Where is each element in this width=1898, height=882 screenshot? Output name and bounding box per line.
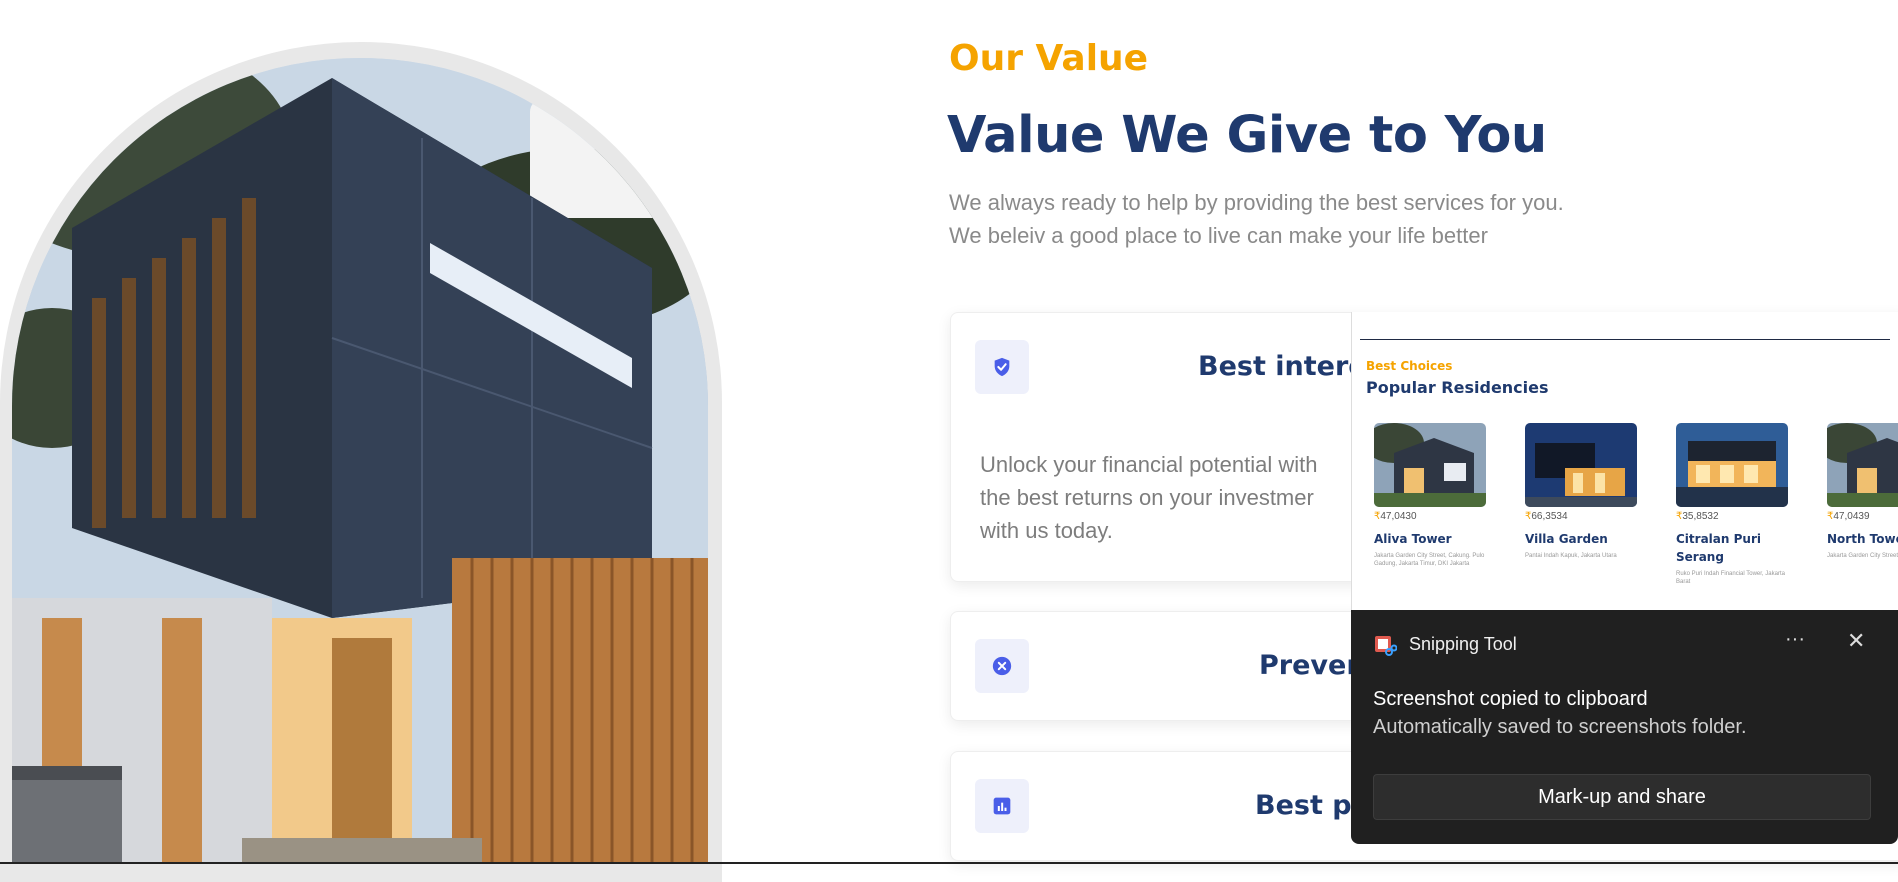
snipping-tool-icon xyxy=(1373,634,1398,658)
residency-photo xyxy=(1676,423,1788,507)
close-icon[interactable]: ✕ xyxy=(1847,628,1865,654)
card-body-line-1: Unlock your financial potential with xyxy=(980,452,1318,477)
section-description: We always ready to help by providing the… xyxy=(949,186,1564,252)
x-circle-icon xyxy=(992,656,1012,676)
section-title: Value We Give to You xyxy=(947,106,1547,165)
thumbnail-eyebrow: Best Choices xyxy=(1366,359,1453,373)
residency-name: Villa Garden xyxy=(1525,532,1608,546)
residency-price: ₹47,0430 xyxy=(1374,511,1489,522)
screenshot-thumbnail[interactable]: Best Choices Popular Residencies ₹47,043… xyxy=(1351,312,1898,612)
card-icon-box xyxy=(975,639,1029,693)
residency-name: Aliva Tower xyxy=(1374,532,1452,546)
card-body: Unlock your financial potential with the… xyxy=(980,448,1380,547)
residency-card: ₹47,0439 North Towe Jakarta Garden City … xyxy=(1827,423,1898,560)
description-line-2: We beleiv a good place to live can make … xyxy=(949,223,1488,248)
chart-icon xyxy=(993,797,1011,815)
card-icon-box xyxy=(975,779,1029,833)
card-body-line-3: with us today. xyxy=(980,518,1113,543)
price-value: 66,3534 xyxy=(1531,511,1568,522)
price-value: 47,0439 xyxy=(1833,511,1870,522)
residency-name: Citralan Puri Serang xyxy=(1676,532,1761,564)
markup-and-share-button[interactable]: Mark-up and share xyxy=(1373,774,1871,820)
price-value: 35,8532 xyxy=(1682,511,1719,522)
residency-address: Jakarta Garden City Street xyxy=(1827,553,1898,559)
price-value: 47,0430 xyxy=(1380,511,1417,522)
description-line-1: We always ready to help by providing the… xyxy=(949,190,1564,215)
house-image xyxy=(12,58,708,864)
residency-price: ₹35,8532 xyxy=(1676,511,1791,522)
toast-detail: Automatically saved to screenshots folde… xyxy=(1373,716,1747,738)
residency-address: Pantai Indah Kapuk, Jakarta Utara xyxy=(1525,553,1617,559)
residency-address: Jakarta Garden City Street, Cakung. Pulo… xyxy=(1374,553,1485,567)
residency-card: ₹35,8532 Citralan Puri Serang Ruko Puri … xyxy=(1676,423,1791,586)
thumbnail-divider xyxy=(1360,339,1890,340)
card-icon-box xyxy=(975,340,1029,394)
residency-card: ₹66,3534 Villa Garden Pantai Indah Kapuk… xyxy=(1525,423,1640,560)
toast-message: Screenshot copied to clipboard xyxy=(1373,688,1648,710)
residency-price: ₹47,0439 xyxy=(1827,511,1898,522)
thumbnail-title: Popular Residencies xyxy=(1366,378,1549,397)
residency-address: Ruko Puri Indah Financial Tower, Jakarta… xyxy=(1676,571,1785,585)
toast-app-name: Snipping Tool xyxy=(1409,634,1517,654)
section-eyebrow: Our Value xyxy=(949,38,1149,79)
more-options-icon[interactable]: ··· xyxy=(1785,628,1805,651)
residency-photo xyxy=(1374,423,1486,507)
residency-photo xyxy=(1827,423,1898,507)
residency-price: ₹66,3534 xyxy=(1525,511,1640,522)
snipping-tool-notification: Snipping Tool ··· ✕ Screenshot copied to… xyxy=(1351,610,1898,844)
residency-name: North Towe xyxy=(1827,532,1898,546)
residency-photo xyxy=(1525,423,1637,507)
residency-card: ₹47,0430 Aliva Tower Jakarta Garden City… xyxy=(1374,423,1489,568)
card-body-line-2: the best returns on your investmer xyxy=(980,485,1314,510)
card-title: Preven xyxy=(1259,650,1366,681)
shield-check-icon xyxy=(994,357,1010,377)
